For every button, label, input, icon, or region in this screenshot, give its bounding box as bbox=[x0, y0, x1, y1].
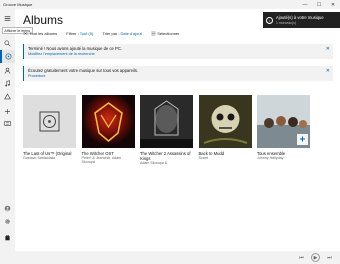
album-artist: Peter* & Jeanchik, Adam Skorupa bbox=[81, 156, 122, 165]
select-button[interactable]: Sélectionner bbox=[151, 31, 180, 36]
page-title: Albums bbox=[23, 13, 64, 27]
filter-value: Tout (5) bbox=[79, 31, 94, 36]
album-tile[interactable]: Tous ensemble Johnny Hallyday bbox=[257, 95, 310, 165]
album-artist: Gustavo Santaolalla bbox=[23, 156, 56, 161]
banner-close-button[interactable]: ✕ bbox=[326, 68, 330, 74]
navigation-rail bbox=[0, 9, 15, 264]
next-button[interactable]: ⏭ bbox=[325, 253, 334, 262]
album-grid: The Last of Us™ (Original Gustavo Santao… bbox=[23, 95, 316, 165]
playlist-icon[interactable] bbox=[0, 117, 15, 130]
wolf-emblem-art bbox=[81, 95, 135, 148]
user-icon[interactable] bbox=[0, 64, 15, 77]
settings-icon[interactable] bbox=[0, 215, 15, 228]
select-icon bbox=[151, 31, 156, 36]
album-cover-art bbox=[140, 95, 193, 148]
store-icon[interactable] bbox=[0, 231, 15, 244]
search-icon[interactable] bbox=[0, 37, 15, 50]
window-title: Groove Musique bbox=[3, 2, 33, 7]
album-tile[interactable]: Back to Mudd Scarrt bbox=[198, 95, 252, 165]
speaker-icon[interactable] bbox=[0, 90, 15, 103]
all-albums-label: Tout les albums bbox=[29, 31, 58, 36]
banner-text: Terminé ! Nous avons ajouté la musique d… bbox=[28, 46, 123, 51]
album-cover-art bbox=[81, 95, 135, 148]
album-cover-art bbox=[198, 95, 252, 148]
album-cover-placeholder bbox=[23, 95, 76, 148]
albums-icon[interactable] bbox=[0, 50, 15, 63]
notification-title: Ajouté(s) à votre musique bbox=[276, 15, 324, 20]
notification-note-icon: ♪ bbox=[266, 16, 273, 24]
listen-free-banner: Écoutez gratuitement votre musique sur t… bbox=[23, 66, 333, 81]
added-notification[interactable]: ♪ Ajouté(s) à votre musique 1 morceau(x) bbox=[263, 12, 340, 28]
change-location-link[interactable]: Modifiez l'emplacement de la recherche bbox=[28, 52, 329, 56]
album-tile[interactable]: The Witcher OST Peter* & Jeanchik, Adam … bbox=[81, 95, 135, 165]
notification-subtitle: 1 morceau(x) bbox=[276, 21, 296, 25]
close-button[interactable]: ✕ bbox=[326, 0, 340, 9]
banner-close-button[interactable]: ✕ bbox=[326, 46, 330, 52]
main-content: Albums ♪ Ajouté(s) à votre musique 1 mor… bbox=[15, 9, 340, 264]
disc-icon bbox=[39, 111, 60, 132]
album-tile[interactable]: The Last of Us™ (Original Gustavo Santao… bbox=[23, 95, 76, 165]
witcher-portrait-art bbox=[140, 95, 193, 148]
avatar-icon[interactable] bbox=[0, 202, 15, 215]
play-button[interactable]: ▶ bbox=[311, 253, 320, 262]
sort-label: Trier par : bbox=[102, 31, 120, 36]
playback-bar: ⏮ ▶ ⏭ bbox=[15, 251, 340, 264]
select-label: Sélectionner bbox=[157, 31, 180, 36]
skull-art bbox=[198, 95, 252, 148]
music-note-icon[interactable] bbox=[0, 77, 15, 90]
title-bar: Groove Musique — ☐ ✕ bbox=[0, 0, 340, 9]
minimize-button[interactable]: — bbox=[298, 0, 312, 9]
album-artist: Adam Skorupa & bbox=[140, 161, 168, 166]
filter-bar: Tout les albums Filtrer : Tout (5) Trier… bbox=[23, 31, 188, 36]
crowd-art bbox=[257, 95, 310, 148]
all-albums-button[interactable]: Tout les albums bbox=[23, 31, 57, 36]
album-artist: Scarrt bbox=[198, 156, 209, 161]
album-artist: Johnny Hallyday bbox=[257, 156, 284, 161]
procedure-link[interactable]: Procédure bbox=[28, 74, 329, 78]
previous-button[interactable]: ⏮ bbox=[297, 253, 306, 262]
scan-complete-banner: Terminé ! Nous avons ajouté la musique d… bbox=[23, 44, 333, 59]
album-cover-art bbox=[257, 95, 310, 148]
shuffle-icon bbox=[23, 32, 28, 35]
album-tile[interactable]: The Witcher 2 Assassins of Kings Adam Sk… bbox=[140, 95, 193, 165]
banner-text: Écoutez gratuitement votre musique sur t… bbox=[28, 68, 139, 73]
album-name: The Witcher 2 Assassins of Kings bbox=[140, 151, 191, 162]
hamburger-icon[interactable] bbox=[0, 12, 15, 25]
sort-dropdown[interactable]: Trier par : Date d'ajout bbox=[102, 31, 141, 36]
filter-dropdown[interactable]: Filtrer : Tout (5) bbox=[66, 31, 93, 36]
filter-label: Filtrer : bbox=[66, 31, 79, 36]
maximize-button[interactable]: ☐ bbox=[312, 0, 326, 9]
sort-value: Date d'ajout bbox=[120, 31, 142, 36]
